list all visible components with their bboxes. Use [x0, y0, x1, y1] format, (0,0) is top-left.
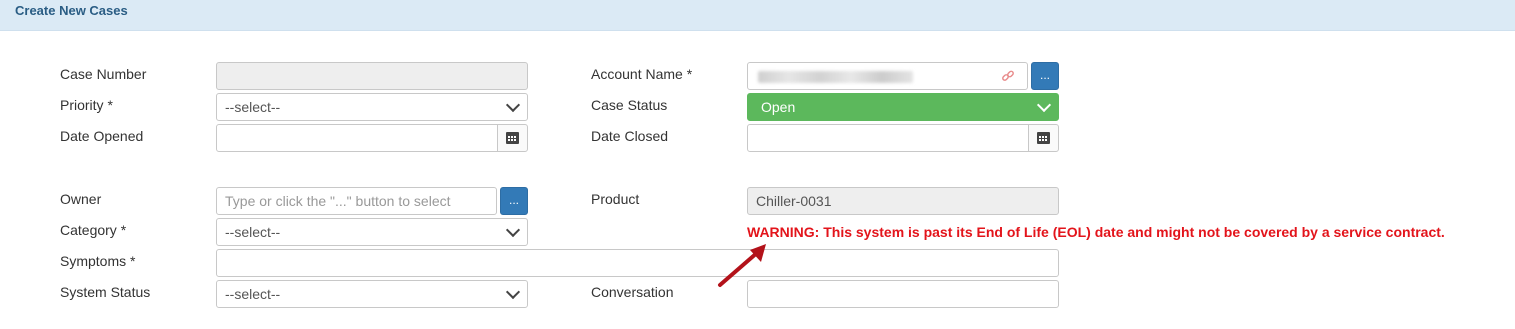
date-closed-calendar-button[interactable] [1028, 124, 1059, 152]
system-status-select[interactable]: --select-- [216, 280, 528, 308]
page-header: Create New Cases [0, 0, 1515, 31]
account-name-label: Account Name * [591, 66, 693, 82]
symptoms-field[interactable] [216, 249, 1059, 277]
conversation-field[interactable] [747, 280, 1059, 308]
account-browse-button[interactable]: ... [1031, 62, 1059, 90]
page-title: Create New Cases [15, 3, 128, 18]
symptoms-label: Symptoms * [60, 253, 136, 269]
chevron-down-icon [1036, 97, 1052, 113]
priority-select[interactable]: --select-- [216, 93, 528, 121]
calendar-icon [506, 132, 519, 144]
account-name-field[interactable] [747, 62, 1028, 90]
category-label: Category * [60, 222, 127, 238]
case-status-select[interactable]: Open [747, 93, 1059, 121]
date-opened-calendar-button[interactable] [497, 124, 528, 152]
date-closed-label: Date Closed [591, 128, 669, 144]
category-select[interactable]: --select-- [216, 218, 528, 246]
date-closed-field[interactable] [747, 124, 1029, 152]
owner-browse-button[interactable]: ... [500, 187, 528, 215]
chevron-down-icon [505, 222, 521, 238]
case-status-label: Case Status [591, 97, 668, 113]
broken-link-icon[interactable] [1001, 69, 1015, 83]
case-number-field [216, 62, 528, 90]
case-number-label: Case Number [60, 66, 147, 82]
system-status-value: --select-- [225, 286, 281, 302]
product-field: Chiller-0031 [747, 187, 1059, 215]
date-opened-label: Date Opened [60, 128, 144, 144]
priority-label: Priority * [60, 97, 113, 113]
system-status-label: System Status [60, 284, 151, 300]
chevron-down-icon [505, 97, 521, 113]
case-status-value: Open [761, 99, 796, 115]
calendar-icon [1037, 132, 1050, 144]
date-opened-field[interactable] [216, 124, 498, 152]
owner-field[interactable]: Type or click the "..." button to select [216, 187, 497, 215]
chevron-down-icon [505, 284, 521, 300]
category-value: --select-- [225, 224, 281, 240]
arrow-annotation-icon [718, 244, 766, 287]
owner-label: Owner [60, 191, 102, 207]
priority-value: --select-- [225, 99, 281, 115]
redacted-value [758, 71, 913, 83]
eol-warning: WARNING: This system is past its End of … [747, 224, 1445, 240]
conversation-label: Conversation [591, 284, 674, 300]
product-label: Product [591, 191, 640, 207]
owner-placeholder: Type or click the "..." button to select [225, 193, 451, 209]
